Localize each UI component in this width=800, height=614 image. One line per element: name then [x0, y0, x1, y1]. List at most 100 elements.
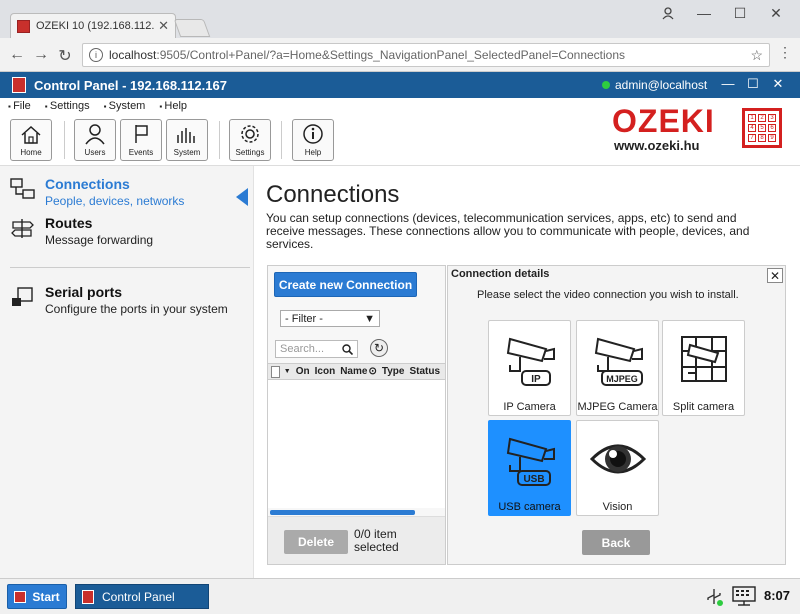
ozeki-keypad-icon: 123 456 789	[742, 108, 782, 148]
table-header: ▼ On Icon Name ⊙ Type Status	[268, 363, 445, 380]
browser-tab[interactable]: OZEKI 10 (192.168.112.16 ✕	[10, 13, 176, 38]
details-subtitle: Please select the video connection you w…	[477, 289, 739, 301]
home-button[interactable]: Home	[10, 119, 52, 161]
events-button[interactable]: Events	[120, 119, 162, 161]
search-icon[interactable]	[342, 343, 353, 355]
new-tab-button[interactable]	[173, 19, 211, 37]
usb-tray-icon[interactable]	[704, 587, 724, 607]
app-close-button[interactable]: ✕	[768, 76, 788, 92]
sidebar-item-label: Routes	[45, 215, 93, 231]
maximize-window-button[interactable]: ☐	[722, 0, 758, 26]
reload-icon[interactable]: ↻	[56, 46, 74, 66]
app-maximize-button[interactable]: ☐	[743, 76, 763, 92]
ozeki-favicon-icon	[17, 19, 30, 33]
serial-port-icon	[12, 287, 33, 306]
menu-file[interactable]: File	[8, 100, 31, 112]
forward-arrow-icon[interactable]: →	[32, 46, 50, 64]
back-arrow-icon[interactable]: ←	[8, 46, 26, 64]
info-icon	[303, 124, 323, 144]
sort-circle-icon[interactable]: ⊙	[368, 366, 376, 377]
flag-icon	[135, 125, 148, 143]
app-minimize-button[interactable]: —	[718, 76, 738, 91]
sidebar-item-connections[interactable]: Connections People, devices, networks	[10, 176, 250, 212]
user-status[interactable]: admin@localhost	[602, 78, 707, 92]
ip-camera-label: IP Camera	[503, 401, 556, 413]
menu-settings[interactable]: Settings	[45, 100, 90, 112]
gear-icon	[241, 125, 259, 143]
taskbar-item-label: Control Panel	[102, 589, 175, 604]
help-label: Help	[304, 148, 322, 157]
settings-label: Settings	[235, 148, 265, 157]
control-panel-task-icon	[82, 589, 94, 604]
ip-camera-option[interactable]: IP IP Camera	[488, 320, 571, 416]
taskbar: Start Control Panel 8:07	[0, 578, 800, 614]
toolbar-divider	[219, 121, 220, 159]
create-connection-button[interactable]: Create new Connection	[274, 272, 417, 297]
ozeki-brand: OZEKI	[612, 103, 715, 139]
split-camera-icon	[681, 336, 727, 382]
delete-button[interactable]: Delete	[284, 530, 348, 554]
page-title: Connections	[266, 181, 400, 208]
account-icon[interactable]	[650, 0, 686, 26]
ozeki-site: www.ozeki.hu	[614, 138, 700, 153]
users-button[interactable]: Users	[74, 119, 116, 161]
ozeki-logo: OZEKI www.ozeki.hu 123 456 789	[612, 103, 782, 153]
horizontal-scrollbar[interactable]	[270, 510, 415, 515]
sidebar-divider	[10, 267, 250, 268]
online-status-icon	[602, 81, 610, 89]
help-button[interactable]: Help	[292, 119, 334, 161]
sort-arrow-icon[interactable]: ▼	[284, 368, 291, 375]
navigation-sidebar: Connections People, devices, networks Ro…	[0, 166, 254, 578]
system-button[interactable]: System	[166, 119, 208, 161]
eye-icon	[590, 444, 646, 474]
browser-tab-title: OZEKI 10 (192.168.112.16	[36, 20, 155, 32]
selected-arrow-icon	[236, 188, 248, 206]
signpost-icon	[11, 219, 34, 238]
menu-help[interactable]: Help	[159, 100, 187, 112]
taskbar-clock: 8:07	[764, 588, 791, 603]
search-input[interactable]: Search...	[275, 340, 358, 358]
close-window-button[interactable]: ✕	[758, 0, 794, 26]
home-label: Home	[20, 148, 42, 157]
usb-camera-option[interactable]: USB USB camera	[488, 420, 571, 516]
main-content: Connections You can setup connections (d…	[255, 166, 800, 578]
details-title: Connection details	[451, 268, 550, 280]
dropdown-arrow-icon: ▼	[364, 312, 375, 325]
monitor-tray-icon[interactable]	[732, 586, 756, 606]
toolbar-divider	[281, 121, 282, 159]
close-tab-icon[interactable]: ✕	[158, 18, 169, 34]
site-info-icon[interactable]: i	[89, 48, 103, 62]
column-header-name[interactable]: Name	[340, 366, 367, 377]
sidebar-item-routes[interactable]: Routes Message forwarding	[10, 215, 250, 251]
column-header-type[interactable]: Type	[382, 366, 405, 377]
page-description: You can setup connections (devices, tele…	[266, 211, 750, 251]
column-header-status[interactable]: Status	[409, 366, 440, 377]
home-icon	[21, 125, 41, 144]
column-header-on[interactable]: On	[296, 366, 310, 377]
taskbar-item-control-panel[interactable]: Control Panel	[75, 584, 209, 609]
app-title: Control Panel - 192.168.112.167	[34, 77, 227, 93]
close-icon[interactable]: ✕	[767, 268, 783, 283]
control-panel-logo-icon	[12, 77, 26, 93]
mjpeg-camera-option[interactable]: MJPEG MJPEG Camera	[576, 320, 659, 416]
sidebar-item-serial-ports[interactable]: Serial ports Configure the ports in your…	[10, 284, 250, 320]
minimize-window-button[interactable]: —	[686, 0, 722, 26]
browser-menu-icon[interactable]: ⋮	[778, 44, 792, 61]
column-header-icon[interactable]: Icon	[315, 366, 336, 377]
search-placeholder: Search...	[280, 343, 325, 355]
start-button[interactable]: Start	[7, 584, 67, 609]
split-camera-option[interactable]: Split camera	[662, 320, 745, 416]
filter-select[interactable]: - Filter - ▼	[280, 310, 380, 327]
bookmark-star-icon[interactable]: ☆	[750, 47, 763, 64]
refresh-icon[interactable]: ↻	[370, 339, 388, 357]
select-all-checkbox[interactable]	[271, 365, 280, 378]
menu-system[interactable]: System	[104, 100, 146, 112]
url-field[interactable]: i localhost:9505/Control+Panel/?a=Home&S…	[82, 43, 770, 67]
sidebar-item-desc: People, devices, networks	[45, 194, 185, 208]
settings-button[interactable]: Settings	[229, 119, 271, 161]
vision-label: Vision	[602, 501, 633, 513]
vision-option[interactable]: Vision	[576, 420, 659, 516]
mjpeg-camera-icon: MJPEG	[594, 337, 643, 386]
svg-text:IP: IP	[531, 374, 541, 385]
back-button[interactable]: Back	[582, 530, 650, 555]
